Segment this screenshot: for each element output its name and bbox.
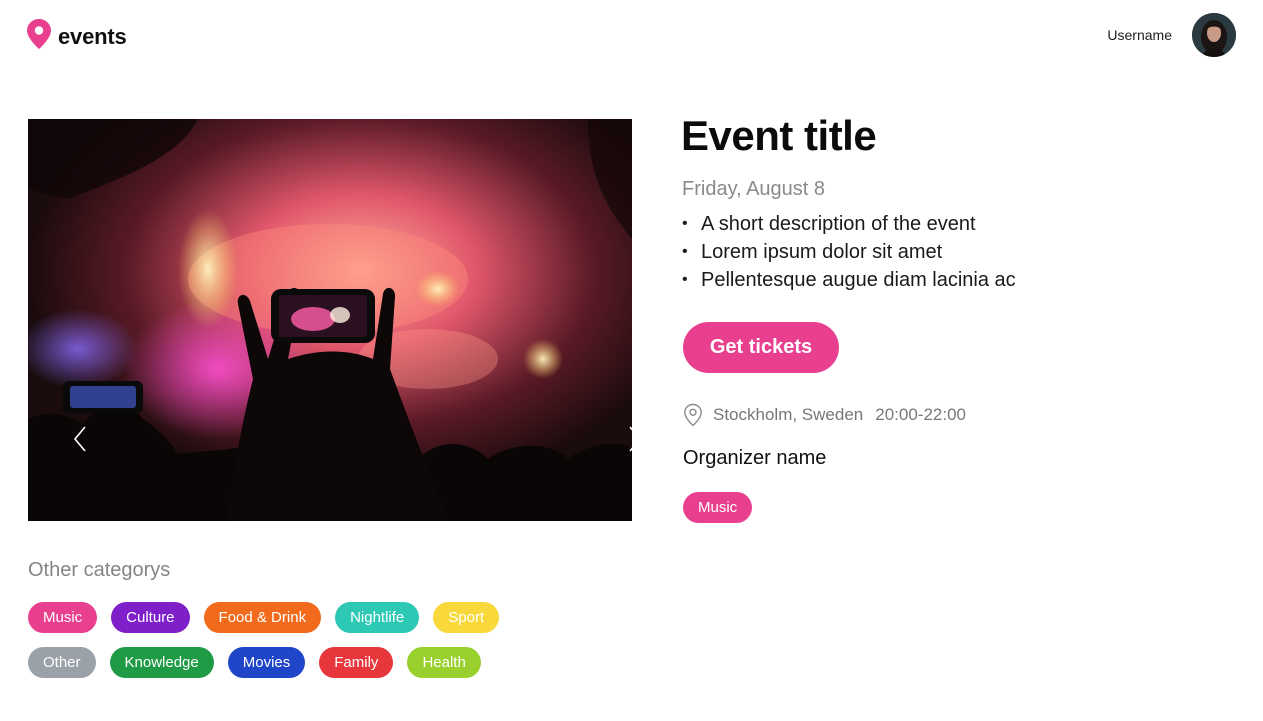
- event-description-list: • A short description of the event • Lorem…: [682, 210, 1016, 294]
- event-time: 20:00-22:00: [875, 405, 966, 424]
- category-row: Other Knowledge Movies Family Health: [28, 647, 481, 678]
- event-title: Event title: [681, 112, 877, 159]
- category-chip-knowledge[interactable]: Knowledge: [109, 647, 214, 678]
- description-item: • Lorem ipsum dolor sit amet: [682, 241, 943, 263]
- category-chip-music[interactable]: Music: [28, 602, 98, 633]
- description-item: • A short description of the event: [682, 213, 976, 235]
- category-chip-nightlife[interactable]: Nightlife: [335, 602, 420, 633]
- event-location-time: Stockholm, Sweden 20:00-22:00: [683, 403, 966, 427]
- category-row: Music Culture Food & Drink Nightlife Spo…: [28, 602, 500, 633]
- carousel-next-button[interactable]: [623, 422, 632, 456]
- username: Username: [1107, 27, 1172, 43]
- avatar[interactable]: [1192, 13, 1236, 57]
- get-tickets-button[interactable]: Get tickets: [683, 322, 839, 373]
- category-chip-movies[interactable]: Movies: [227, 647, 306, 678]
- logo-text: events: [58, 23, 127, 49]
- event-date: Friday, August 8: [682, 178, 826, 200]
- location-pin-icon: [683, 403, 703, 427]
- chevron-right-icon: [629, 426, 632, 452]
- user-menu[interactable]: Username: [1107, 13, 1236, 57]
- event-category-tag[interactable]: Music: [683, 492, 753, 523]
- chevron-left-icon: [73, 426, 86, 452]
- category-chip-health[interactable]: Health: [407, 647, 481, 678]
- description-item: • Pellentesque augue diam lacinia ac: [682, 269, 1016, 291]
- event-location: Stockholm, Sweden: [713, 405, 864, 424]
- category-chip-sport[interactable]: Sport: [433, 602, 500, 633]
- organizer-name[interactable]: Organizer name: [683, 447, 826, 470]
- event-image-carousel: [28, 119, 632, 521]
- other-categories-title: Other categorys: [28, 559, 171, 581]
- concert-photo: [28, 119, 632, 521]
- category-chip-family[interactable]: Family: [319, 647, 394, 678]
- category-chip-food-drink[interactable]: Food & Drink: [203, 602, 322, 633]
- carousel-prev-button[interactable]: [68, 422, 92, 456]
- category-chip-other[interactable]: Other: [28, 647, 96, 678]
- location-pin-icon: [27, 19, 51, 54]
- logo[interactable]: events: [27, 19, 127, 54]
- category-chip-culture[interactable]: Culture: [111, 602, 190, 633]
